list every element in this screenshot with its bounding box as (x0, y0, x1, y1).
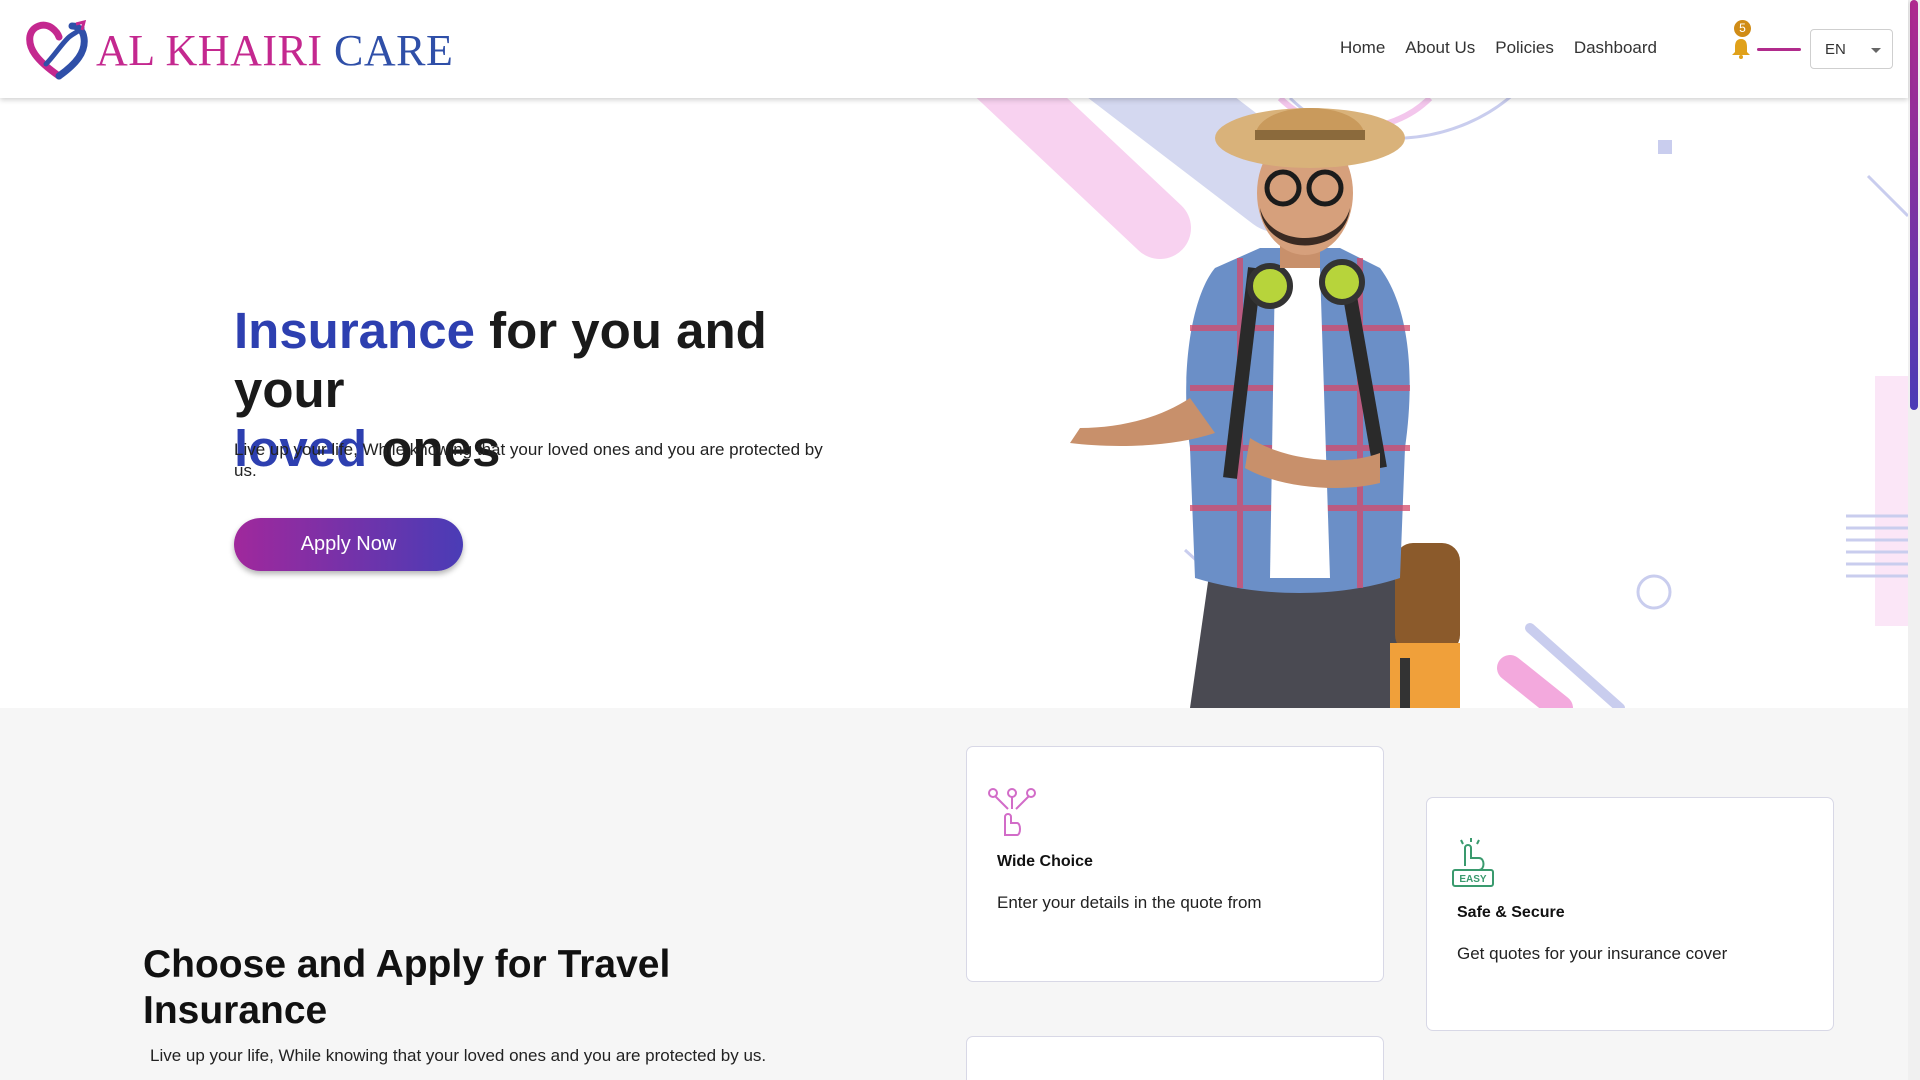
brand-name-part2: CARE (334, 25, 454, 75)
language-selected-value: EN (1825, 41, 1846, 58)
nav-dashboard[interactable]: Dashboard (1574, 38, 1657, 58)
traveler-illustration (1070, 108, 1460, 708)
active-indicator-line (1757, 48, 1801, 51)
notification-count-badge: 5 (1734, 20, 1751, 37)
feature-card-safe-secure: EASY Safe & Secure Get quotes for your i… (1426, 797, 1834, 1031)
apply-now-button[interactable]: Apply Now (234, 518, 463, 571)
notifications-button[interactable]: 5 (1730, 18, 1754, 60)
nav-policies[interactable]: Policies (1495, 38, 1554, 58)
feature-card-partial (966, 1036, 1384, 1080)
brand-logo[interactable]: AL KHAIRI CARE (26, 20, 453, 80)
hero-title-highlight-1: Insurance (234, 302, 475, 359)
heart-hands-logo-icon (26, 20, 88, 80)
easy-tap-icon: EASY (1452, 838, 1494, 887)
feature-card-text: Get quotes for your insurance cover (1457, 944, 1728, 963)
language-select[interactable]: EN (1810, 29, 1893, 69)
chevron-down-icon (1871, 48, 1881, 53)
svg-text:EASY: EASY (1459, 874, 1487, 885)
features-title: Choose and Apply for Travel Insurance (143, 943, 671, 1032)
feature-card-text: Enter your details in the quote from (997, 893, 1262, 912)
scrollbar-thumb[interactable] (1910, 0, 1918, 410)
feature-card-title: Safe & Secure (1457, 904, 1565, 921)
top-navbar: AL KHAIRI CARE Home About Us Policies Da… (0, 0, 1908, 98)
wide-choice-icon (988, 788, 1036, 836)
hero-section: Insurance for you and your loved ones Li… (0, 98, 1908, 708)
bell-icon (1732, 39, 1750, 59)
brand-name: AL KHAIRI CARE (96, 25, 453, 76)
nav-about-us[interactable]: About Us (1405, 38, 1475, 58)
hero-subtitle: Live up your life, While knowing that yo… (234, 440, 823, 480)
feature-card-title: Wide Choice (997, 853, 1093, 870)
main-nav: Home About Us Policies Dashboard (1340, 38, 1657, 58)
page-scrollbar[interactable] (1908, 0, 1920, 1080)
feature-card-wide-choice: Wide Choice Enter your details in the qu… (966, 746, 1384, 982)
features-section: Choose and Apply for Travel Insurance Li… (0, 708, 1908, 1080)
nav-home[interactable]: Home (1340, 38, 1385, 58)
features-subtitle: Live up your life, While knowing that yo… (150, 1046, 767, 1065)
brand-name-part1: AL KHAIRI (96, 25, 323, 75)
